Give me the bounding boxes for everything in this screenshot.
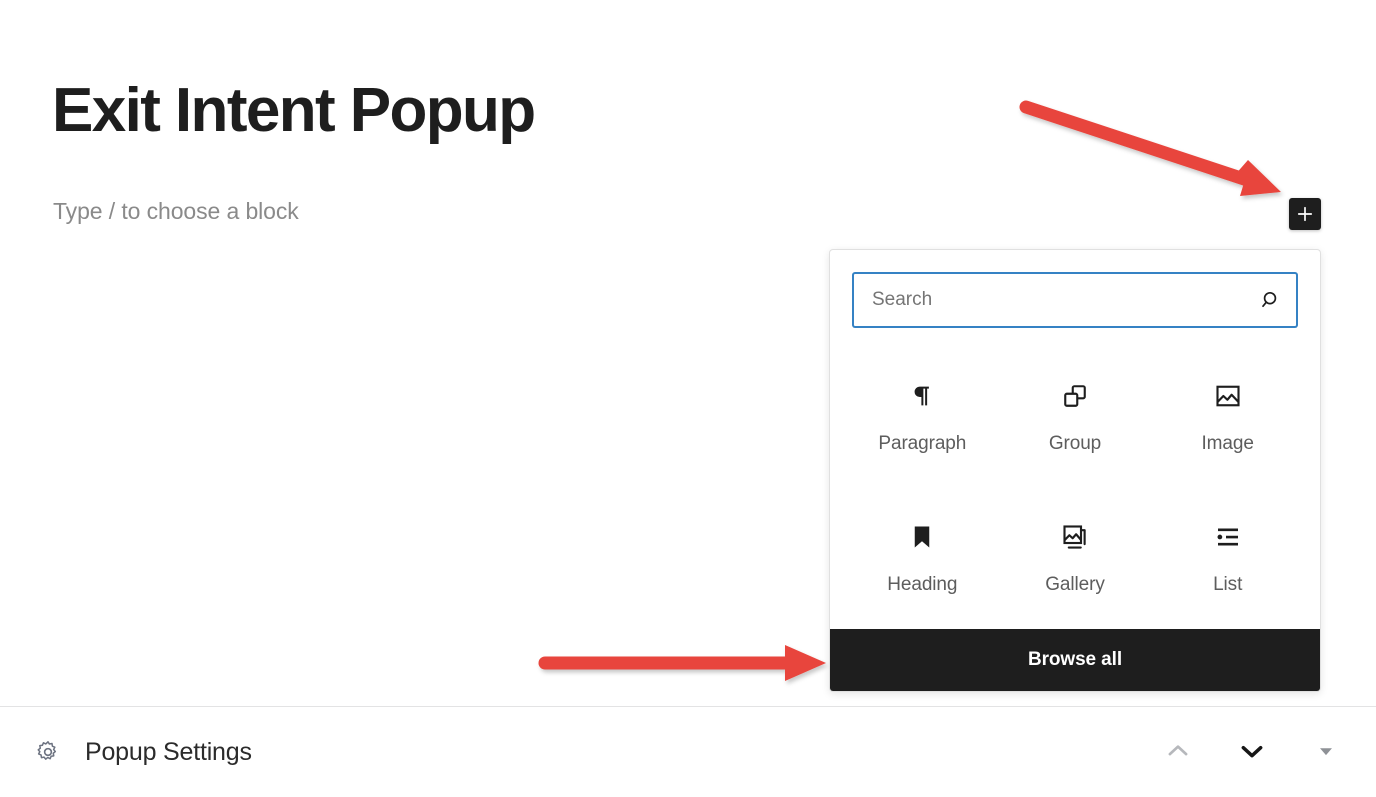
search-input[interactable]	[854, 274, 1296, 326]
block-item-label: List	[1213, 574, 1243, 595]
caret-down-icon	[1315, 740, 1337, 765]
block-item-label: Group	[1048, 433, 1102, 454]
list-icon	[1213, 515, 1243, 559]
chevron-up-icon	[1163, 736, 1193, 769]
block-inserter-popover: Paragraph Group	[829, 249, 1321, 692]
chevron-down-icon	[1236, 735, 1268, 770]
paragraph-icon	[907, 374, 937, 418]
block-type-grid: Paragraph Group Image Heading Gallery Li…	[830, 327, 1320, 629]
page-title[interactable]: Exit Intent Popup	[52, 77, 536, 145]
search-field[interactable]	[853, 273, 1297, 327]
move-up-button[interactable]	[1156, 730, 1200, 774]
plus-icon	[1295, 204, 1315, 224]
browse-all-button[interactable]: Browse all	[830, 629, 1320, 691]
block-item-paragraph[interactable]: Paragraph	[846, 343, 999, 484]
move-down-button[interactable]	[1230, 730, 1274, 774]
group-icon	[1060, 374, 1090, 418]
gear-icon	[35, 739, 61, 765]
block-item-gallery[interactable]: Gallery	[999, 484, 1152, 625]
popup-settings-panel: Popup Settings	[0, 706, 1376, 797]
block-item-heading[interactable]: Heading	[846, 484, 999, 625]
block-item-label: Gallery	[1045, 574, 1105, 595]
search-icon[interactable]	[1258, 287, 1284, 313]
block-item-list[interactable]: List	[1151, 484, 1304, 625]
popup-settings-title: Popup Settings	[85, 737, 252, 766]
heading-icon	[907, 515, 937, 559]
block-placeholder-text[interactable]: Type / to choose a block	[53, 198, 299, 225]
inserter-search-container	[830, 250, 1320, 327]
image-icon	[1213, 374, 1243, 418]
toggle-panel-button[interactable]	[1304, 730, 1348, 774]
block-item-group[interactable]: Group	[999, 343, 1152, 484]
popup-settings-header[interactable]: Popup Settings	[0, 738, 1156, 767]
editor-canvas: Exit Intent Popup Type / to choose a blo…	[0, 0, 1376, 706]
block-item-label: Heading	[887, 574, 958, 595]
popup-settings-controls	[1156, 730, 1376, 774]
add-block-button[interactable]	[1289, 198, 1321, 230]
block-item-label: Image	[1201, 433, 1254, 454]
block-item-label: Paragraph	[878, 433, 967, 454]
block-item-image[interactable]: Image	[1151, 343, 1304, 484]
gallery-icon	[1060, 515, 1090, 559]
